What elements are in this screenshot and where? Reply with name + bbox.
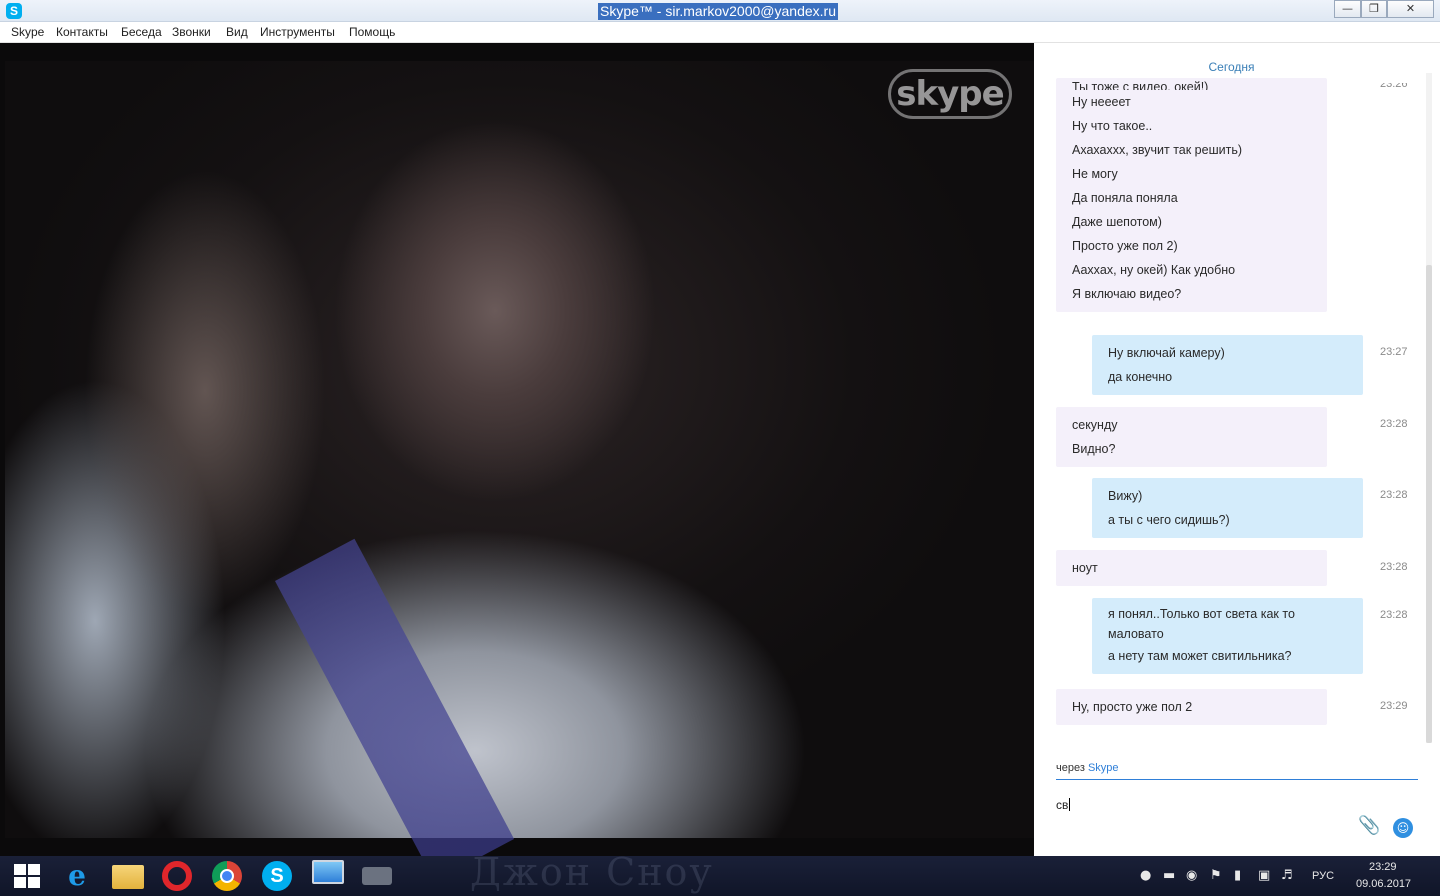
message-input[interactable]: св: [1056, 798, 1346, 818]
window-title: Skype™ - sir.markov2000@yandex.ru: [598, 3, 838, 20]
message-text: Даже шепотом): [1072, 215, 1162, 229]
tray-language[interactable]: РУС: [1312, 870, 1334, 882]
skype-icon[interactable]: S: [262, 861, 292, 891]
opera-icon[interactable]: [162, 861, 192, 891]
message-text: Не могу: [1072, 167, 1118, 181]
tray-antivirus-icon[interactable]: ●: [1140, 868, 1151, 883]
via-skype-link[interactable]: Skype: [1088, 762, 1119, 774]
start-pane: [14, 877, 26, 888]
message-text: маловато: [1108, 627, 1164, 641]
via-indicator: через Skype: [1056, 762, 1418, 780]
taskbar-watermark: Джон Сноу: [470, 850, 714, 894]
message-text: ноут: [1072, 561, 1098, 575]
chat-panel: Сегодня Ты тоже с видео, окей!) Ну неееет…: [1034, 43, 1440, 856]
restore-icon: ❐: [1369, 2, 1379, 15]
tray-time[interactable]: 23:29: [1369, 861, 1397, 873]
message-text: а ты с чего сидишь?): [1108, 513, 1230, 527]
menu-view[interactable]: Вид: [226, 25, 248, 39]
chrome-center: [220, 869, 234, 883]
message-text: Ты тоже с видео, окей!): [1072, 80, 1209, 90]
message-text: Просто уже пол 2): [1072, 239, 1178, 253]
paperclip-icon[interactable]: 📎: [1358, 815, 1380, 837]
close-button[interactable]: ✕: [1387, 0, 1434, 18]
message-text: Ну включай камеру): [1108, 346, 1225, 360]
menu-bar: Skype Контакты Беседа Звонки Вид Инструм…: [0, 22, 1440, 43]
title-bar: S Skype™ - sir.markov2000@yandex.ru — ❐ …: [0, 0, 1440, 22]
message-text: Ну что такое..: [1072, 119, 1153, 133]
message-text: Вижу): [1108, 489, 1143, 503]
tray-battery-icon[interactable]: ▮: [1234, 868, 1241, 883]
message-timestamp: 23:29: [1380, 700, 1408, 712]
tray-volume-icon[interactable]: ♬: [1281, 868, 1293, 883]
scrollbar-thumb[interactable]: [1426, 265, 1432, 743]
start-pane: [14, 864, 26, 875]
chrome-icon[interactable]: [212, 861, 242, 891]
start-pane: [28, 864, 40, 875]
message-text: Я включаю видео?: [1072, 287, 1182, 301]
message-text: я понял..Только вот света как то: [1108, 607, 1295, 621]
message-input-value: св: [1056, 798, 1069, 812]
message-text: а нету там может свитильника?: [1108, 649, 1292, 663]
menu-contacts[interactable]: Контакты: [56, 25, 108, 39]
start-pane: [28, 877, 40, 888]
camera-app-icon[interactable]: [362, 867, 392, 885]
emoticon-icon[interactable]: ☺: [1393, 818, 1413, 838]
restore-button[interactable]: ❐: [1361, 0, 1387, 18]
tray-network-icon[interactable]: ▣: [1258, 868, 1270, 883]
close-icon: ✕: [1405, 2, 1416, 15]
message-text: Ахахахxx, звучит так решить): [1072, 143, 1242, 157]
menu-calls[interactable]: Звонки: [172, 25, 211, 39]
message-timestamp: 23:26: [1380, 83, 1408, 90]
message-text: Видно?: [1072, 442, 1116, 456]
message-timestamp: 23:28: [1380, 561, 1408, 573]
message-timestamp: 23:28: [1380, 489, 1408, 501]
tray-flag-icon[interactable]: ⚑: [1210, 868, 1222, 883]
skype-watermark-logo: skype: [888, 69, 1012, 119]
outgoing-message: Вижу) а ты с чего сидишь?): [1092, 478, 1363, 538]
tray-network-adapter-icon[interactable]: ▬: [1163, 868, 1175, 883]
message-text: Ну, просто уже пол 2: [1072, 700, 1193, 714]
menu-tools[interactable]: Инструменты: [260, 25, 335, 39]
file-explorer-icon[interactable]: [112, 865, 144, 889]
incoming-message: Ну, просто уже пол 2: [1056, 689, 1327, 725]
remote-desktop-icon[interactable]: [312, 860, 344, 884]
minimize-icon: —: [1342, 2, 1353, 15]
outgoing-message: я понял..Только вот света как то маловато…: [1092, 598, 1363, 674]
message-timestamp: 23:28: [1380, 418, 1408, 430]
message-timestamp: 23:27: [1380, 346, 1408, 358]
taskbar: Джон Сноу e S ● ▬ ◉ ⚑ ▮ ▣ ♬ РУС 23:29 09…: [0, 850, 1440, 896]
menu-skype[interactable]: Skype: [11, 25, 44, 39]
menu-conversation[interactable]: Беседа: [121, 25, 162, 39]
message-text: Да поняла поняла: [1072, 191, 1178, 205]
text-caret: [1069, 798, 1071, 811]
internet-explorer-icon[interactable]: e: [62, 861, 92, 891]
incoming-message: Ты тоже с видео, окей!) Ну неееет Ну что т…: [1056, 78, 1327, 312]
video-shadow-stripe: [275, 538, 515, 856]
date-header: Сегодня: [1208, 60, 1255, 74]
message-text: секунду: [1072, 418, 1118, 432]
incoming-message: ноут: [1056, 550, 1327, 586]
skype-app-icon[interactable]: S: [6, 3, 22, 19]
start-icon[interactable]: [14, 864, 40, 888]
outgoing-message: Ну включай камеру) да конечно: [1092, 335, 1363, 395]
menu-help[interactable]: Помощь: [349, 25, 395, 39]
message-text: Аахxах, ну окей) Как удобно: [1072, 263, 1236, 277]
tray-skype-icon[interactable]: ◉: [1186, 868, 1197, 883]
tray-date[interactable]: 09.06.2017: [1356, 878, 1411, 890]
via-prefix: через: [1056, 762, 1085, 774]
video-call-area[interactable]: skype: [0, 43, 1034, 856]
minimize-button[interactable]: —: [1334, 0, 1361, 18]
message-text: да конечно: [1108, 370, 1173, 384]
message-text: Ну неееет: [1072, 95, 1131, 109]
incoming-message: секунду Видно?: [1056, 407, 1327, 467]
remote-video-feed: [5, 61, 1034, 856]
message-timestamp: 23:28: [1380, 609, 1408, 621]
